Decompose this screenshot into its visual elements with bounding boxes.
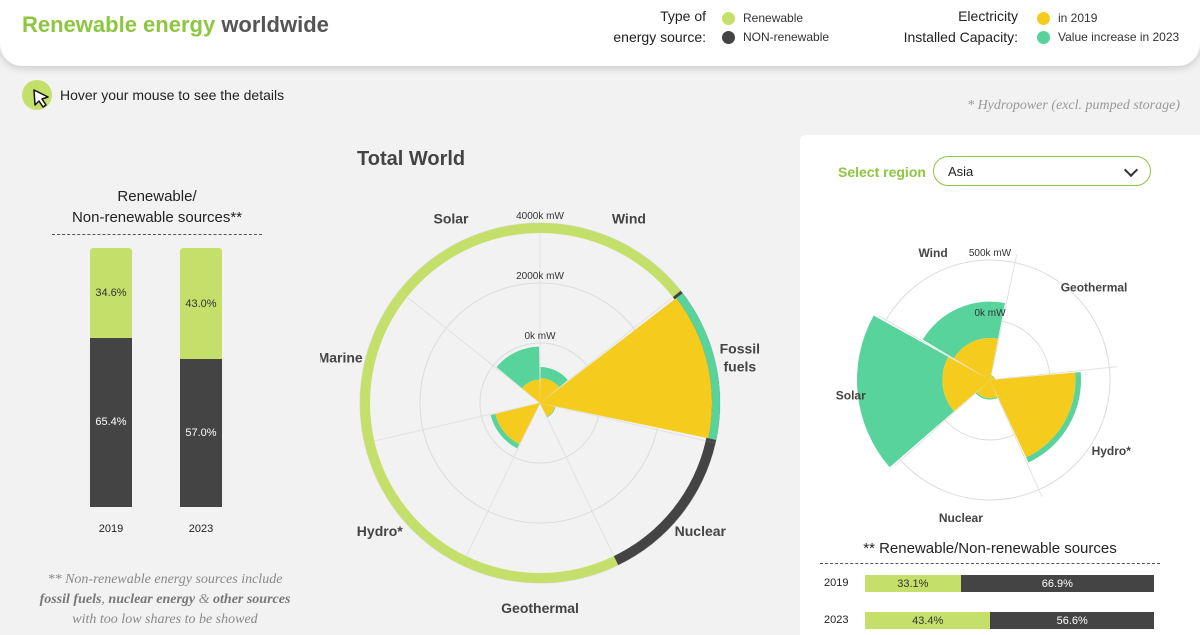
type-heading-line1: Type of: [613, 6, 706, 27]
note-nuclear: nuclear energy: [108, 592, 195, 607]
region-polar-chart[interactable]: 0k mW 500k mW Geothermal Hydro* Nuclear Solar…: [805, 230, 1185, 530]
bar-year-label-2023: 2023: [180, 523, 222, 535]
category-label-marine: Marine: [320, 349, 363, 365]
note-fossil: fossil fuels: [40, 592, 102, 607]
world-polar-chart[interactable]: 0k mW 2000k mW 4000k mW Wind Fossilfuels Nucl…: [320, 205, 760, 625]
left-title-line2: Non-renewable sources**: [52, 207, 262, 228]
hbar-renewable-2019[interactable]: 33.1%: [865, 575, 961, 592]
category-label-wind: Wind: [612, 210, 646, 226]
nonrenewable-dot-icon: [722, 31, 735, 44]
note-line1: ** Non-renewable energy sources include: [20, 570, 310, 590]
capacity-legend-heading: Electricity Installed Capacity:: [904, 6, 1018, 48]
hover-hint: Hover your mouse to see the details: [22, 80, 284, 110]
page-title: Renewable energy worldwide: [22, 12, 329, 38]
category-label-solar: Solar: [433, 210, 469, 226]
ring-segment-hydro: [365, 441, 467, 565]
note-line2: fossil fuels, nuclear energy & other sou…: [20, 590, 310, 610]
legend-renewable-label: Renewable: [743, 11, 803, 25]
note-other: other sources: [213, 592, 290, 607]
legend-nonrenewable: NON-renewable: [722, 30, 829, 44]
legend-increase-2023: Value increase in 2023: [1037, 30, 1179, 44]
title-green: Renewable energy: [22, 12, 215, 37]
cursor-icon: [22, 80, 52, 110]
spoke-6: [403, 294, 540, 403]
ring-segment-wind: [540, 223, 681, 297]
spoke-3: [540, 403, 616, 561]
legend-2019: in 2019: [1037, 11, 1097, 25]
title-dark: worldwide: [221, 12, 329, 37]
hbar-year-label-2023: 2023: [824, 614, 848, 626]
wedge-2019-hydro: [495, 403, 540, 444]
renewable-dot-icon: [722, 12, 735, 25]
tick-label-0: 0k mW: [974, 308, 1006, 319]
yellow-dot-icon: [1037, 12, 1050, 25]
category-label-hydro: Hydro*: [1092, 444, 1132, 458]
category-label-geothermal: Geothermal: [501, 600, 579, 616]
legend-renewable: Renewable: [722, 11, 803, 25]
ring-segment-solar: [399, 223, 540, 297]
wedge-2019-hydro: [990, 373, 1075, 458]
tick-label-2: 4000k mW: [516, 211, 564, 222]
category-label-wind: Wind: [918, 246, 947, 260]
bar-renewable-2019[interactable]: 34.6%: [90, 248, 132, 338]
category-label-geothermal: Geothermal: [1061, 280, 1128, 294]
category-label-nuclear: Nuclear: [939, 511, 983, 525]
bar-year-label-2019: 2019: [90, 523, 132, 535]
legend-nonrenewable-label: NON-renewable: [743, 30, 829, 44]
left-title-line1: Renewable/: [52, 186, 262, 207]
region-select-value: Asia: [948, 164, 973, 179]
capacity-heading-line1: Electricity: [904, 6, 1018, 27]
legend-2019-label: in 2019: [1058, 11, 1097, 25]
chevron-down-icon: [1124, 163, 1138, 177]
type-heading-line2: energy source:: [613, 27, 706, 48]
ring-segment-nuclear: [614, 441, 716, 565]
tick-label-1: 2000k mW: [516, 271, 564, 282]
hbar-year-label-2019: 2019: [824, 577, 848, 589]
tick-label-1: 500k mW: [969, 248, 1012, 259]
note-amp: &: [199, 592, 210, 607]
category-label-nuclear: Nuclear: [675, 523, 727, 539]
legend-increase-label: Value increase in 2023: [1058, 30, 1179, 44]
hint-text: Hover your mouse to see the details: [60, 87, 284, 103]
capacity-heading-line2: Installed Capacity:: [904, 27, 1018, 48]
hydro-footnote: * Hydropower (excl. pumped storage): [967, 98, 1180, 114]
category-label-solar: Solar: [836, 389, 866, 403]
bar-nonrenewable-2023[interactable]: 57.0%: [180, 359, 222, 507]
center-chart-title: Total World: [357, 148, 465, 171]
bar-nonrenewable-2019[interactable]: 65.4%: [90, 338, 132, 507]
ring-segment-geothermal: [462, 556, 618, 583]
region-select[interactable]: Asia: [933, 156, 1151, 186]
select-region-label: Select region: [838, 164, 926, 180]
note-line3: with too low shares to be showed: [20, 610, 310, 630]
left-chart-title: Renewable/ Non-renewable sources**: [52, 186, 262, 235]
tick-label-0: 0k mW: [524, 331, 556, 342]
category-label-hydro: Hydro*: [357, 523, 403, 539]
bar-renewable-2023[interactable]: 43.0%: [180, 248, 222, 359]
teal-dot-icon: [1037, 31, 1050, 44]
hbar-renewable-2023[interactable]: 43.4%: [865, 612, 990, 629]
hbar-nonrenewable-2023[interactable]: 56.6%: [990, 612, 1154, 629]
region-bar-title: ** Renewable/Non-renewable sources: [820, 540, 1160, 564]
hbar-nonrenewable-2019[interactable]: 66.9%: [961, 575, 1154, 592]
left-footnote: ** Non-renewable energy sources include …: [20, 570, 310, 630]
category-label-fossilfuels: Fossilfuels: [720, 340, 760, 374]
type-legend-heading: Type of energy source:: [613, 6, 706, 48]
header-bar: Renewable energy worldwide Type of energ…: [0, 0, 1200, 66]
